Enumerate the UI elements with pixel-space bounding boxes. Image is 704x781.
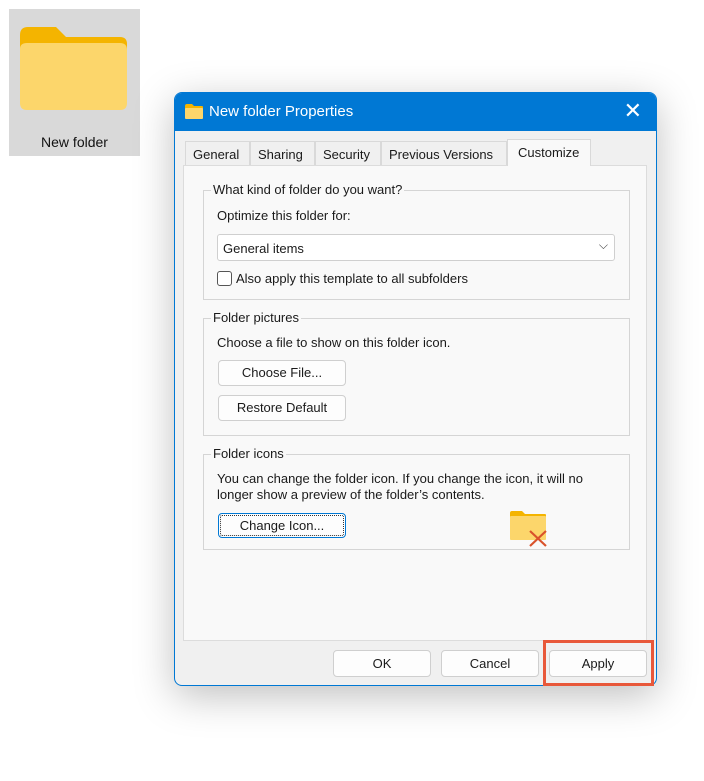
change-icon-button[interactable]: Change Icon... — [218, 513, 346, 538]
desktop-icon-label: New folder — [41, 134, 108, 150]
tab-security[interactable]: Security — [315, 141, 381, 165]
chevron-down-icon: ⌵ — [598, 238, 608, 252]
pictures-description: Choose a file to show on this folder ico… — [217, 335, 451, 350]
folder-kind-group: What kind of folder do you want? Optimiz… — [203, 182, 630, 300]
tab-customize[interactable]: Customize — [507, 139, 591, 166]
optimize-value: General items — [223, 241, 304, 256]
properties-dialog: New folder Properties ✕ General Sharing … — [174, 92, 657, 686]
icons-description: You can change the folder icon. If you c… — [217, 471, 583, 502]
subfolders-checkbox[interactable] — [217, 271, 232, 286]
choose-file-button[interactable]: Choose File... — [218, 360, 346, 386]
group-legend: What kind of folder do you want? — [211, 182, 405, 197]
tab-general[interactable]: General — [185, 141, 250, 165]
desktop-folder-new-folder[interactable]: New folder — [9, 9, 140, 156]
folder-icon — [185, 104, 203, 119]
apply-highlight-box — [543, 640, 654, 686]
customize-panel: What kind of folder do you want? Optimiz… — [183, 165, 647, 641]
tab-previous-versions[interactable]: Previous Versions — [381, 141, 507, 165]
optimize-dropdown[interactable]: General items ⌵ — [217, 234, 615, 261]
title-bar[interactable]: New folder Properties ✕ — [175, 93, 656, 131]
folder-no-preview-icon — [510, 511, 547, 547]
close-icon[interactable]: ✕ — [624, 100, 642, 122]
subfolders-checkbox-label[interactable]: Also apply this template to all subfolde… — [236, 271, 468, 286]
group-legend: Folder icons — [211, 446, 286, 461]
group-legend: Folder pictures — [211, 310, 301, 325]
folder-icons-group: Folder icons You can change the folder i… — [203, 446, 630, 550]
restore-default-button[interactable]: Restore Default — [218, 395, 346, 421]
folder-icon — [20, 27, 127, 110]
optimize-label: Optimize this folder for: — [217, 208, 351, 223]
folder-pictures-group: Folder pictures Choose a file to show on… — [203, 310, 630, 436]
tab-sharing[interactable]: Sharing — [250, 141, 315, 165]
dialog-title: New folder Properties — [209, 103, 354, 120]
ok-button[interactable]: OK — [333, 650, 431, 677]
cancel-button[interactable]: Cancel — [441, 650, 539, 677]
